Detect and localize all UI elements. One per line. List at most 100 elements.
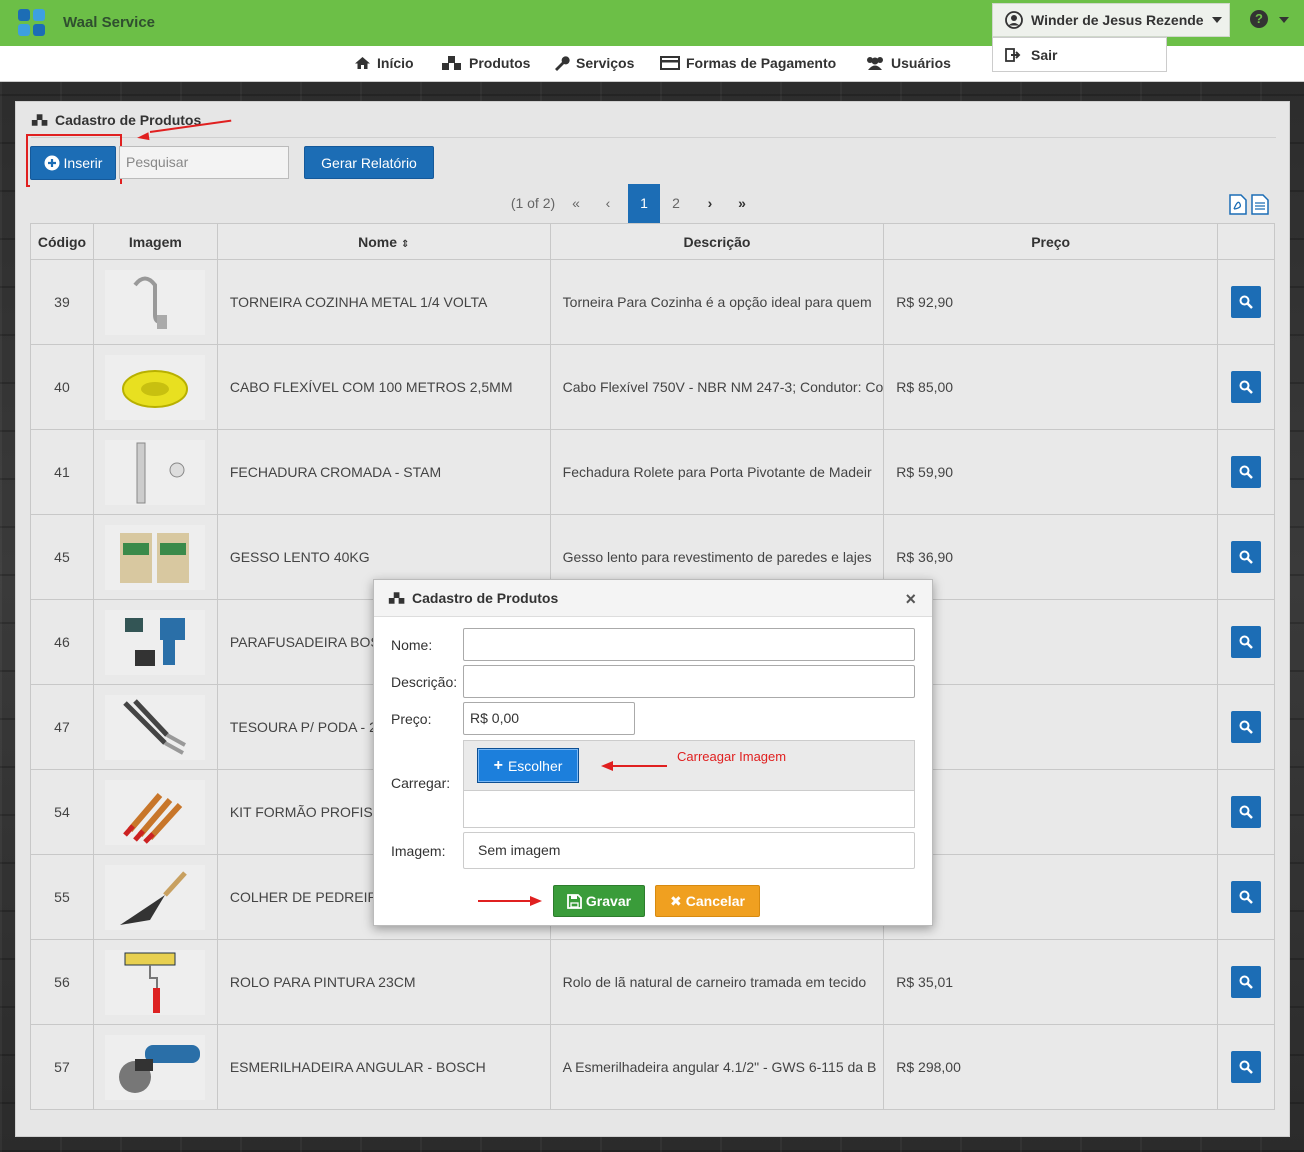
choose-file-button[interactable]: + Escolher bbox=[477, 748, 579, 783]
table-row[interactable]: 40 CABO FLEXÍVEL COM 100 METROS 2,5MM Cabo… bbox=[30, 344, 1275, 430]
cell-name: CABO FLEXÍVEL COM 100 METROS 2,5MM bbox=[216, 344, 551, 430]
page-1-button[interactable]: 1 bbox=[628, 184, 660, 223]
cell-image bbox=[92, 854, 218, 940]
plus-icon: + bbox=[493, 756, 503, 774]
cell-price: …,00 bbox=[883, 599, 1219, 685]
header-image: Imagem bbox=[92, 223, 218, 260]
nav-item-formas-pagamento[interactable]: Formas de Pagamento bbox=[660, 55, 836, 71]
cell-price: R$ 36,90 bbox=[883, 514, 1219, 600]
panel-divider bbox=[31, 137, 1276, 138]
price-label: Preço: bbox=[391, 711, 432, 727]
search-icon bbox=[1239, 1060, 1253, 1074]
export-text-icon[interactable] bbox=[1251, 194, 1269, 215]
table-row[interactable]: 39 TORNEIRA COZINHA METAL 1/4 VOLTA Tornei… bbox=[30, 259, 1275, 345]
cell-actions bbox=[1217, 684, 1275, 770]
search-icon bbox=[1239, 550, 1253, 564]
view-details-button[interactable] bbox=[1231, 371, 1262, 403]
header-code[interactable]: Código bbox=[30, 223, 94, 260]
search-icon bbox=[1239, 295, 1253, 309]
help-caret-icon[interactable] bbox=[1279, 17, 1289, 23]
prev-page-icon[interactable]: ‹ bbox=[598, 184, 618, 223]
header-name[interactable]: Nome ⇕ bbox=[216, 223, 551, 260]
description-label: Descrição: bbox=[391, 674, 458, 690]
name-label: Nome: bbox=[391, 637, 433, 653]
cell-actions bbox=[1217, 344, 1275, 430]
cell-code: 40 bbox=[30, 344, 94, 430]
search-icon bbox=[1239, 465, 1253, 479]
name-field[interactable] bbox=[463, 628, 915, 661]
view-details-button[interactable] bbox=[1231, 541, 1262, 573]
annotation-highlight-box bbox=[26, 134, 122, 187]
cancel-button[interactable]: ✖ Cancelar bbox=[655, 885, 760, 917]
help-icon[interactable]: ? bbox=[1250, 10, 1268, 28]
view-details-button[interactable] bbox=[1231, 711, 1262, 743]
cell-name: ROLO PARA PINTURA 23CM bbox=[216, 939, 551, 1025]
table-row[interactable]: 41 FECHADURA CROMADA - STAM Fechadura Role… bbox=[30, 429, 1275, 515]
modal-header: Cadastro de Produtos bbox=[374, 580, 932, 617]
cell-description: Rolo de lã natural de carneiro tramada e… bbox=[549, 939, 885, 1025]
header-price: Preço bbox=[883, 223, 1219, 260]
nav-item-inicio[interactable]: Início bbox=[354, 55, 414, 71]
view-details-button[interactable] bbox=[1231, 1051, 1262, 1083]
choose-label: Escolher bbox=[507, 757, 563, 774]
user-dropdown-logout[interactable]: Sair bbox=[992, 37, 1167, 72]
search-icon bbox=[1239, 890, 1253, 904]
product-modal: Cadastro de Produtos × Nome: Descrição: … bbox=[373, 579, 933, 926]
search-icon bbox=[1239, 720, 1253, 734]
credit-card-icon bbox=[660, 56, 680, 70]
cell-price: R$ 92,90 bbox=[883, 259, 1219, 345]
cell-image bbox=[92, 599, 218, 685]
table-row[interactable]: 56 ROLO PARA PINTURA 23CM Rolo de lã natur… bbox=[30, 939, 1275, 1025]
nav-item-produtos[interactable]: Produtos bbox=[441, 55, 530, 71]
search-icon bbox=[1239, 380, 1253, 394]
cell-code: 45 bbox=[30, 514, 94, 600]
price-field[interactable]: R$ 0,00 bbox=[463, 702, 635, 735]
search-input[interactable]: Pesquisar bbox=[119, 146, 289, 179]
first-page-icon[interactable]: « bbox=[566, 184, 586, 223]
cell-actions bbox=[1217, 514, 1275, 600]
page-2-button[interactable]: 2 bbox=[666, 184, 686, 223]
annotation-arrowhead-icon bbox=[136, 132, 150, 142]
view-details-button[interactable] bbox=[1231, 796, 1262, 828]
header-description: Descrição bbox=[549, 223, 885, 260]
user-menu-button[interactable]: Winder de Jesus Rezende bbox=[992, 3, 1230, 37]
view-details-button[interactable] bbox=[1231, 286, 1262, 318]
cell-actions bbox=[1217, 769, 1275, 855]
cell-image bbox=[92, 344, 218, 430]
annotation-arrowhead-icon bbox=[530, 896, 542, 906]
view-details-button[interactable] bbox=[1231, 966, 1262, 998]
product-thumbnail bbox=[105, 864, 206, 930]
search-icon bbox=[1239, 975, 1253, 989]
cell-image bbox=[92, 684, 218, 770]
cell-actions bbox=[1217, 259, 1275, 345]
close-icon[interactable]: × bbox=[905, 589, 916, 610]
save-button[interactable]: Gravar bbox=[553, 885, 645, 917]
nav-item-servicos[interactable]: Serviços bbox=[553, 55, 634, 71]
panel-title: Cadastro de Produtos bbox=[31, 112, 201, 128]
export-pdf-icon[interactable] bbox=[1229, 194, 1247, 215]
search-icon bbox=[1239, 805, 1253, 819]
cubes-icon bbox=[31, 114, 48, 126]
product-thumbnail bbox=[105, 779, 206, 845]
user-circle-icon bbox=[1005, 11, 1023, 29]
wrench-icon bbox=[555, 56, 570, 71]
description-field[interactable] bbox=[463, 665, 915, 698]
report-button[interactable]: Gerar Relatório bbox=[304, 146, 434, 179]
next-page-icon[interactable]: › bbox=[700, 184, 720, 223]
nav-label: Usuários bbox=[891, 55, 951, 71]
table-row[interactable]: 57 ESMERILHADEIRA ANGULAR - BOSCH A Esmeri… bbox=[30, 1024, 1275, 1110]
app-title[interactable]: Waal Service bbox=[63, 14, 155, 31]
cell-price: R$ 35,01 bbox=[883, 939, 1219, 1025]
cell-name: TORNEIRA COZINHA METAL 1/4 VOLTA bbox=[216, 259, 551, 345]
cell-code: 57 bbox=[30, 1024, 94, 1110]
view-details-button[interactable] bbox=[1231, 881, 1262, 913]
product-thumbnail bbox=[105, 524, 206, 590]
cell-image bbox=[92, 769, 218, 855]
product-thumbnail bbox=[105, 354, 206, 420]
product-thumbnail bbox=[105, 1034, 206, 1100]
view-details-button[interactable] bbox=[1231, 456, 1262, 488]
last-page-icon[interactable]: » bbox=[730, 184, 754, 223]
view-details-button[interactable] bbox=[1231, 626, 1262, 658]
product-thumbnail bbox=[105, 269, 206, 335]
nav-item-usuarios[interactable]: Usuários bbox=[865, 55, 951, 71]
